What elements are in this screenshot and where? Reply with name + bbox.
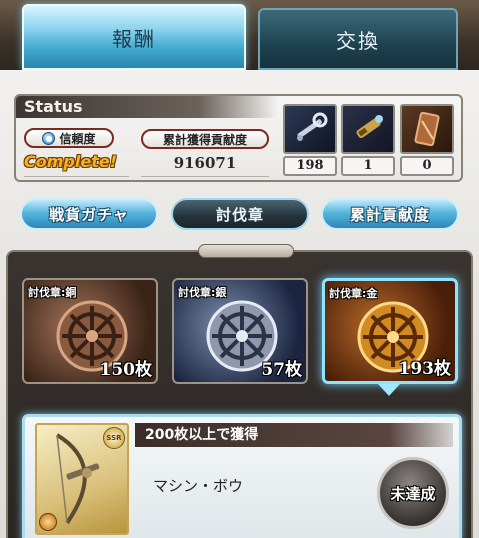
divider [141,176,269,177]
tab-reward[interactable]: 報酬 [22,4,246,70]
trust-label-text: 信頼度 [59,131,96,146]
reward-name: マシン・ボウ [153,477,244,495]
contribution-label-text: 累計獲得貢献度 [162,132,247,147]
contribution-value: 916071 [173,154,237,172]
medal-tag: 討伐章:金 [329,287,378,300]
tab-exchange[interactable]: 交換 [258,8,458,70]
medal-bronze[interactable]: 討伐章:銅 150枚 [22,278,158,384]
spyglass-icon [341,104,395,154]
reward-card: SSR 200枚以上で獲得 マシン・ボウ 未達成 [22,414,462,538]
medal-count: 57枚 [261,360,302,380]
contribution-label: 累計獲得貢献度 [141,129,269,149]
reward-condition: 200枚以上で獲得 [135,423,453,447]
status-box: Status ● 信頼度 Complete! 累計獲得貢献度 916071 19… [14,94,463,182]
item-count: 0 [400,156,454,176]
medal-count: 150枚 [99,360,153,380]
subtab-contribution[interactable]: 累計貢献度 [321,198,459,230]
wrench-icon [283,104,337,154]
element-icon [39,513,57,531]
machine-bow-icon[interactable]: SSR [35,423,129,535]
item-slot-spyglass[interactable]: 1 [341,104,395,176]
subtab-gacha[interactable]: 戦貨ガチャ [20,198,158,230]
status-title: Status [16,96,278,118]
item-slot-wrench[interactable]: 198 [283,104,337,176]
trust-label: ● 信頼度 [24,128,114,148]
panel-ornament [198,244,294,258]
subtab-medal[interactable]: 討伐章 [171,198,309,230]
main-panel: Status ● 信頼度 Complete! 累計獲得貢献度 916071 19… [0,70,479,538]
divider [24,176,129,177]
item-count: 1 [341,156,395,176]
trust-icon: ● [42,131,56,145]
medal-silver[interactable]: 討伐章:銀 57枚 [172,278,308,384]
medal-count: 193枚 [398,359,452,379]
medal-tag: 討伐章:銀 [178,286,227,299]
ssr-badge: SSR [103,427,125,449]
unachieved-button[interactable]: 未達成 [377,457,449,529]
selection-pointer [378,384,400,396]
medal-gold[interactable]: 討伐章:金 193枚 [322,278,458,384]
trust-value: Complete! [24,152,117,171]
item-slot-card[interactable]: 0 [400,104,454,176]
item-count: 198 [283,156,337,176]
medal-panel: 討伐章:銅 150枚 討伐章:銀 57枚 討伐章:金 193枚 SSR 200枚… [6,244,473,538]
card-icon [400,104,454,154]
medal-tag: 討伐章:銅 [28,286,77,299]
